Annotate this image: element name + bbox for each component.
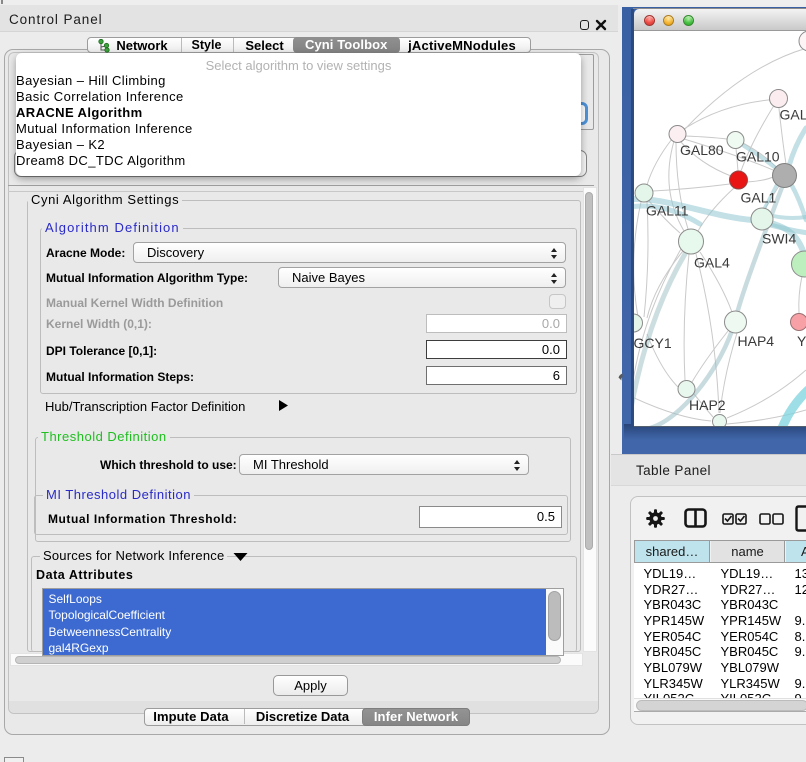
svg-text:GAL11: GAL11 [646, 203, 689, 219]
svg-text:GAL10: GAL10 [736, 149, 780, 165]
svg-text:GAL7: GAL7 [780, 107, 806, 123]
svg-text:GAL4: GAL4 [694, 255, 730, 271]
svg-text:SWI4: SWI4 [762, 231, 796, 247]
svg-text:GCY1: GCY1 [634, 335, 672, 351]
svg-text:HAP4: HAP4 [738, 333, 775, 349]
svg-text:GAL80: GAL80 [680, 142, 724, 158]
svg-text:YD: YD [797, 333, 806, 349]
svg-text:GAL1: GAL1 [741, 190, 777, 206]
svg-text:HAP2: HAP2 [689, 397, 726, 413]
